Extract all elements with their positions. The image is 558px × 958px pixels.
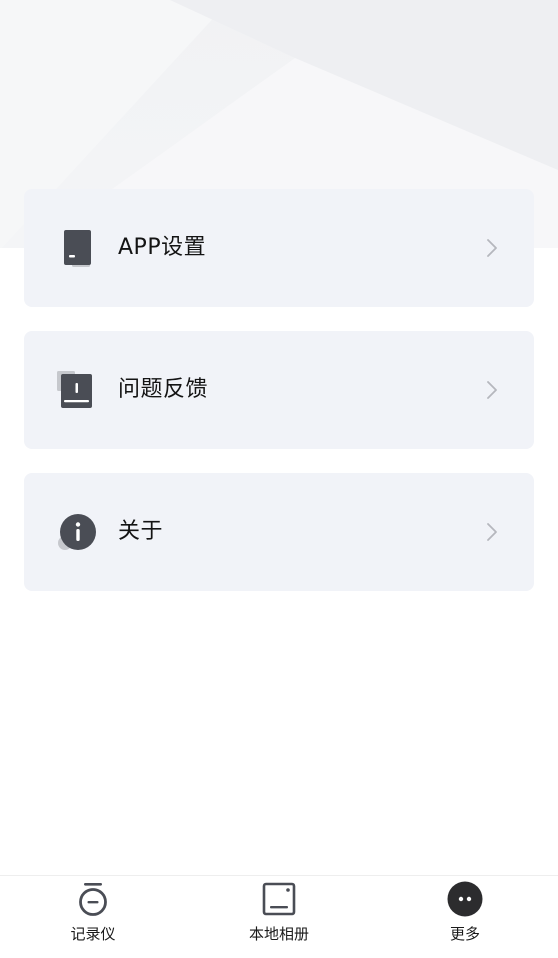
tab-recorder[interactable]: 记录仪 <box>0 876 186 958</box>
menu-item-about[interactable]: 关于 <box>24 473 534 591</box>
tab-label: 本地相册 <box>248 925 309 943</box>
more-icon <box>447 881 483 917</box>
recorder-icon <box>79 883 107 916</box>
menu-item-app-settings[interactable]: APP设置 <box>24 189 534 307</box>
app-settings-icon <box>64 230 91 267</box>
chevron-right-icon <box>487 381 497 399</box>
menu-item-label: 问题反馈 <box>118 377 209 402</box>
album-icon <box>262 882 296 916</box>
chevron-right-icon <box>487 239 497 257</box>
feedback-icon <box>57 371 92 408</box>
menu-item-label: 关于 <box>118 519 164 544</box>
menu-item-label: APP设置 <box>118 235 207 260</box>
tab-local-album[interactable]: 本地相册 <box>186 876 372 958</box>
bottom-tab-bar: 记录仪 本地相册 更多 <box>0 875 558 958</box>
info-icon <box>58 514 96 550</box>
tab-label: 记录仪 <box>70 925 116 943</box>
tab-label: 更多 <box>449 925 480 943</box>
chevron-right-icon <box>487 523 497 541</box>
settings-menu: APP设置 问题反馈 关于 <box>24 189 534 615</box>
menu-item-feedback[interactable]: 问题反馈 <box>24 331 534 449</box>
tab-more[interactable]: 更多 <box>372 876 558 958</box>
